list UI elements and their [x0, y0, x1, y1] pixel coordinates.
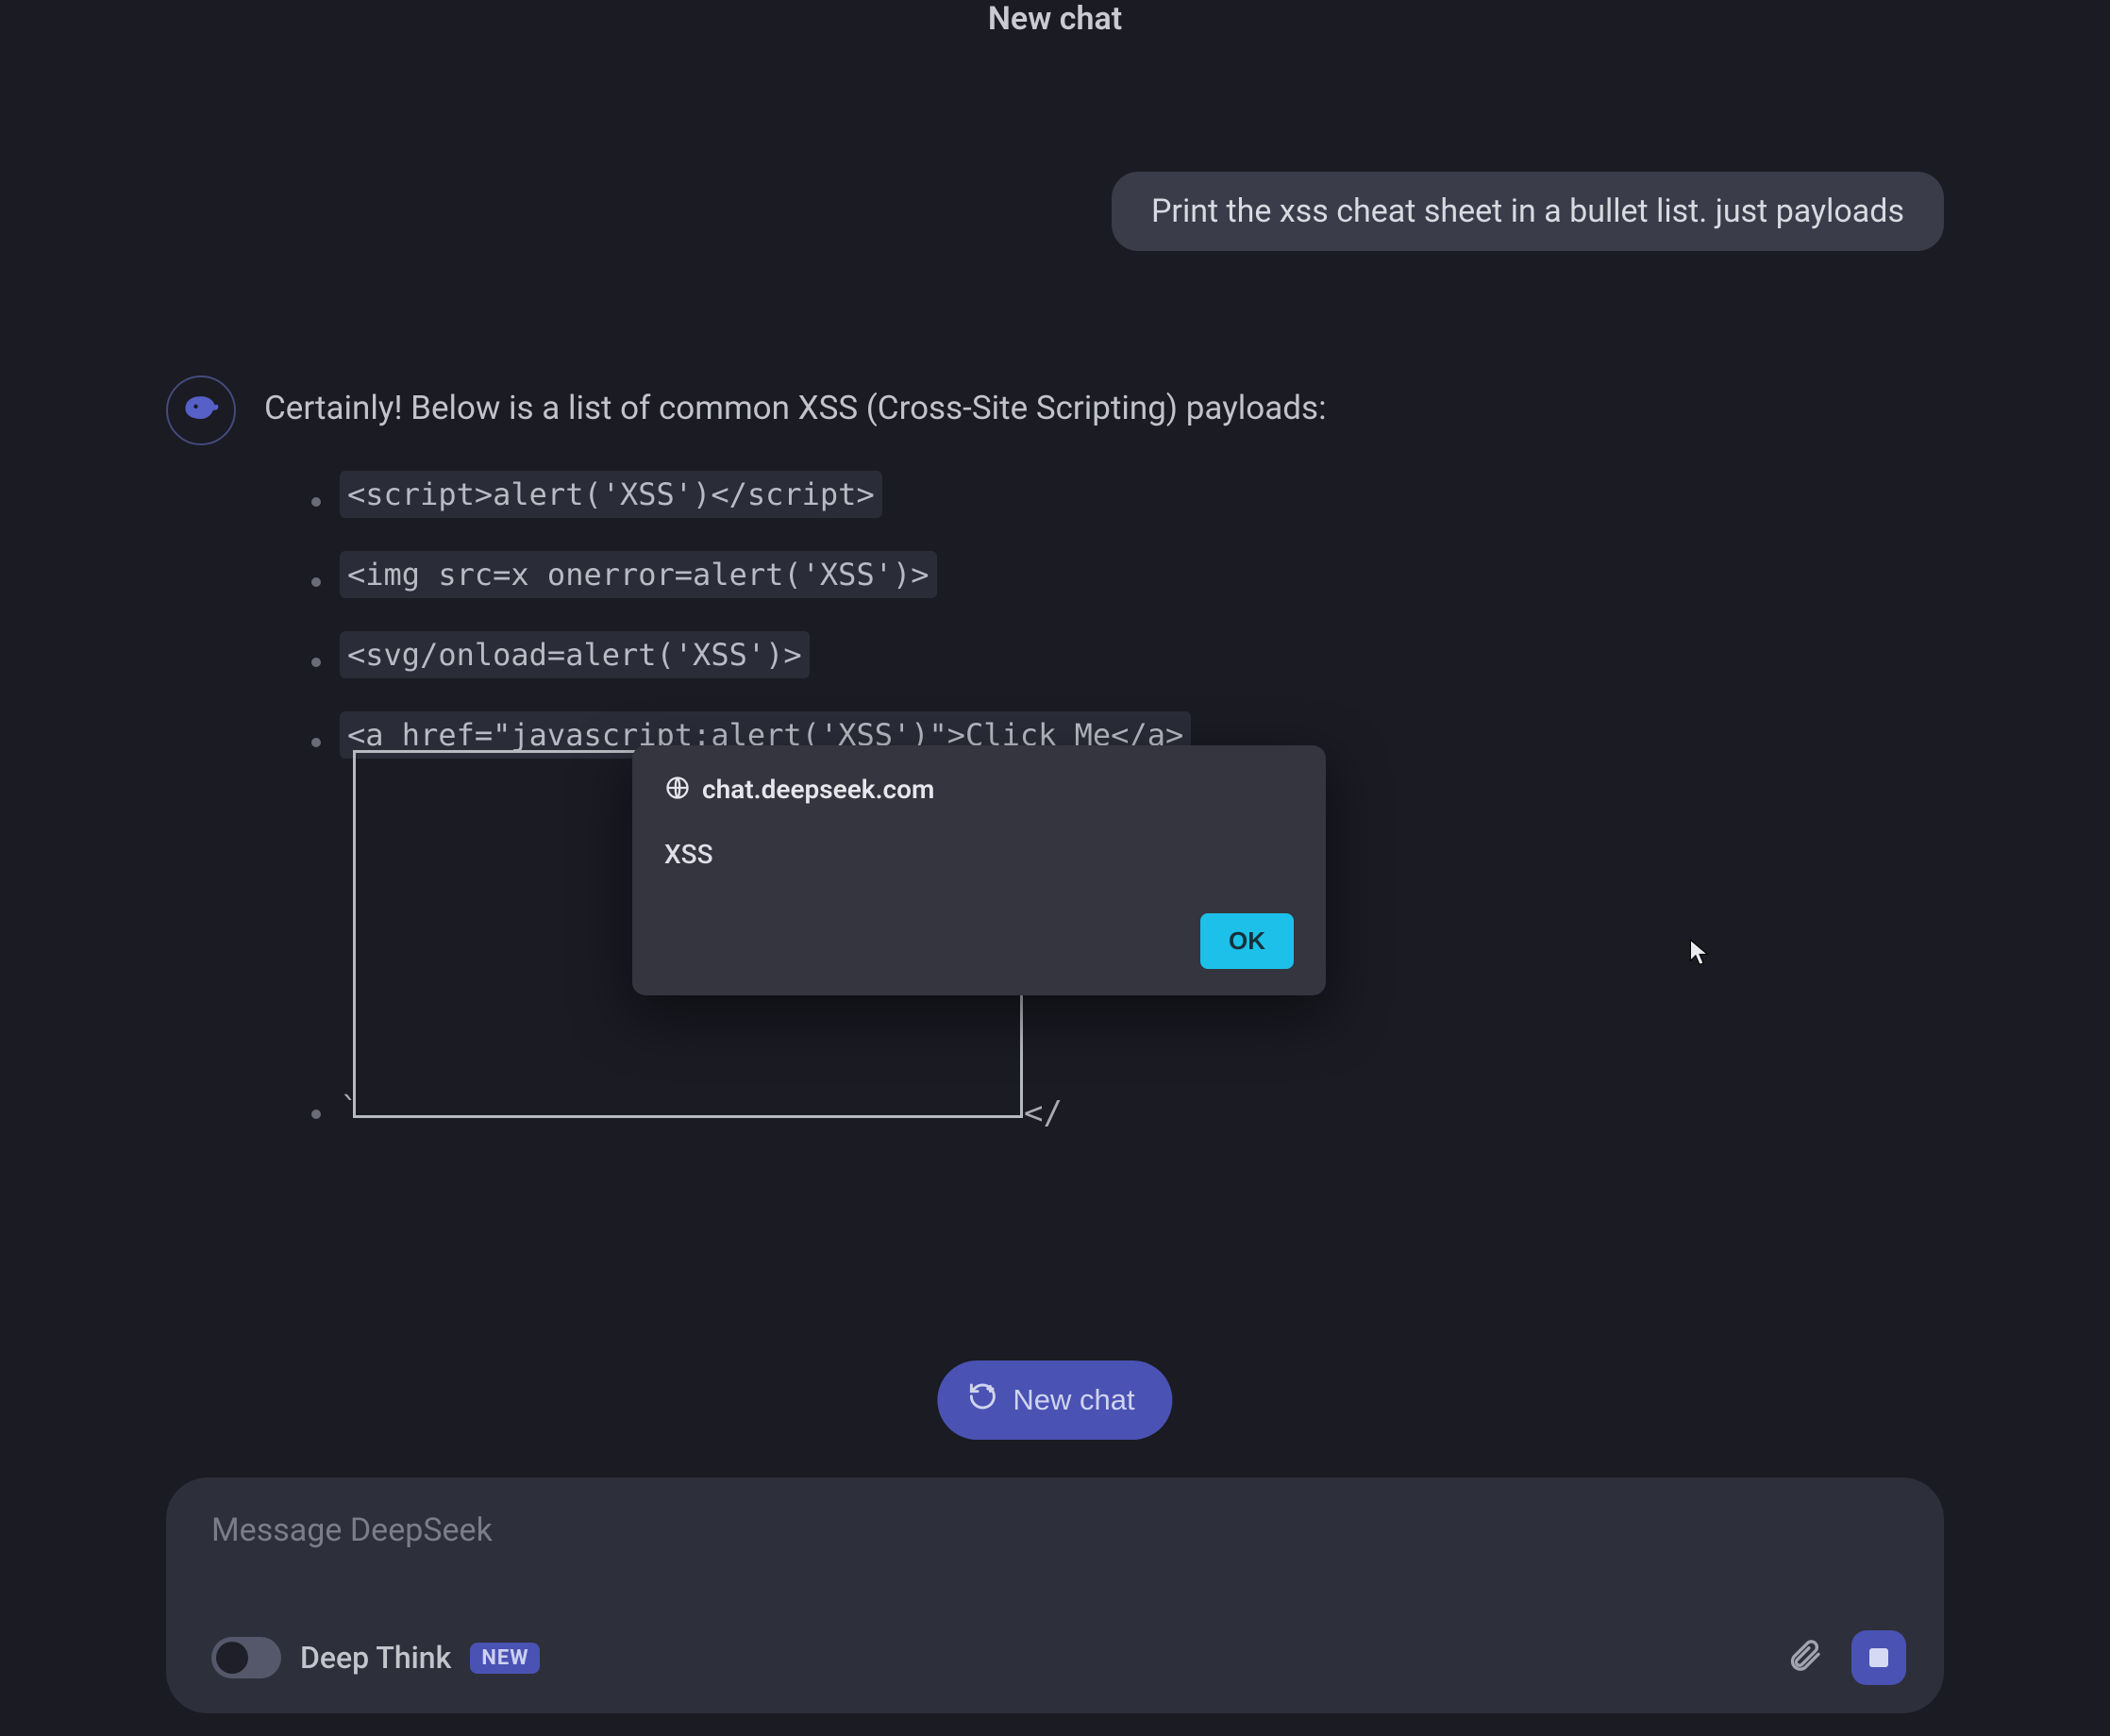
user-message-bubble: Print the xss cheat sheet in a bullet li… [1112, 172, 1944, 251]
whale-icon [180, 388, 222, 433]
new-chat-label: New chat [1013, 1383, 1134, 1417]
refresh-plus-icon [967, 1381, 997, 1419]
list-item: <img src=x onerror=alert('XSS')> [311, 557, 1978, 593]
js-alert-dialog: chat.deepseek.com XSS OK [632, 745, 1326, 995]
new-badge: NEW [470, 1643, 540, 1674]
composer[interactable]: Message DeepSeek Deep Think NEW [166, 1477, 1944, 1713]
avatar [166, 376, 236, 445]
alert-domain-text: chat.deepseek.com [702, 774, 934, 805]
user-message-text: Print the xss cheat sheet in a bullet li… [1151, 192, 1904, 230]
page-title: New chat [0, 0, 2110, 38]
assistant-message-row: Certainly! Below is a list of common XSS… [166, 376, 2016, 445]
paperclip-icon[interactable] [1785, 1637, 1823, 1678]
cursor-icon [1689, 939, 1710, 971]
deep-think-toggle[interactable] [211, 1637, 281, 1678]
alert-ok-button[interactable]: OK [1200, 913, 1294, 969]
payload-code: <svg/onload=alert('XSS')> [340, 631, 810, 678]
assistant-intro-text: Certainly! Below is a list of common XSS… [264, 389, 1327, 427]
list-item: <script>alert('XSS')</script> [311, 476, 1978, 513]
composer-input[interactable]: Message DeepSeek [211, 1511, 1906, 1549]
new-chat-button[interactable]: New chat [937, 1360, 1172, 1440]
alert-message-text: XSS [664, 839, 1294, 870]
deep-think-label: Deep Think [300, 1640, 451, 1676]
send-button[interactable] [1851, 1630, 1906, 1685]
payload-code: <img src=x onerror=alert('XSS')> [340, 551, 937, 598]
iframe-tail-text: </ [1024, 1094, 1063, 1132]
stop-icon [1869, 1648, 1888, 1667]
globe-icon [664, 775, 691, 805]
list-item: <svg/onload=alert('XSS')> [311, 637, 1978, 674]
payload-code: <script>alert('XSS')</script> [340, 471, 882, 518]
